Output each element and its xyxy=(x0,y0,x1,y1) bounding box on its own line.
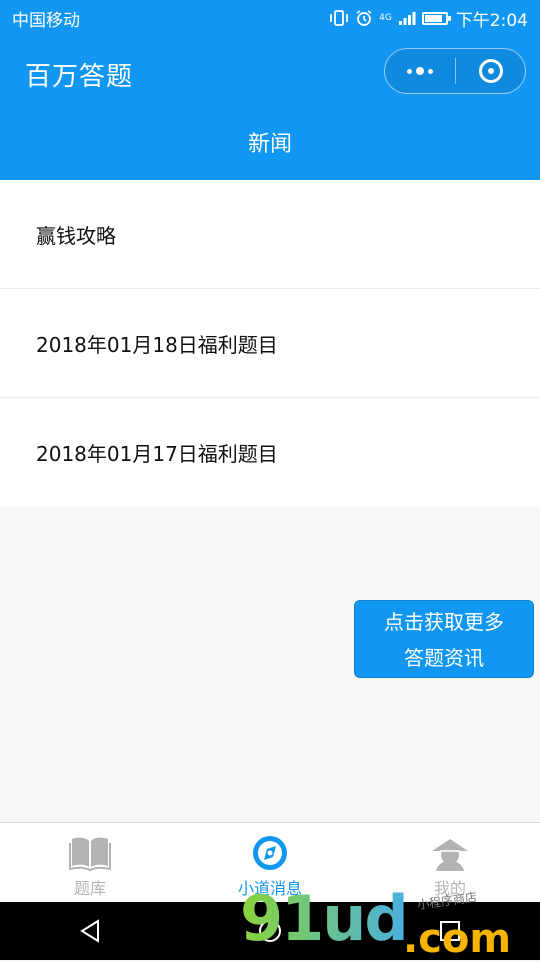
news-item-title: 2018年01月18日福利题目 xyxy=(36,332,278,357)
news-item-title: 2018年01月17日福利题目 xyxy=(36,442,278,466)
tab-news[interactable]: 小道消息 xyxy=(180,823,360,902)
news-item[interactable]: 2018年01月18日福利题目 xyxy=(0,289,540,398)
signal-icon xyxy=(398,12,416,25)
carrier-label: 中国移动 xyxy=(12,10,80,31)
status-right: 4G 下午2:04 xyxy=(329,6,528,31)
more-button-line1: 点击获取更多 xyxy=(384,610,504,634)
back-button[interactable] xyxy=(60,902,120,960)
more-dot-right xyxy=(428,68,433,74)
app-title: 百万答题 xyxy=(25,62,134,92)
status-icons: 4G xyxy=(329,9,451,27)
system-nav-bar xyxy=(0,902,540,960)
news-list: 赢钱攻略 2018年01月18日福利题目 2018年01月17日福利题目 xyxy=(0,180,540,507)
tab-question-bank[interactable]: 题库 xyxy=(0,823,180,902)
news-item[interactable]: 赢钱攻略 xyxy=(0,180,540,289)
news-item-title: 赢钱攻略 xyxy=(36,223,116,248)
get-more-info-button[interactable]: 点击获取更多 答题资讯 xyxy=(354,600,534,678)
close-mini-program-button[interactable] xyxy=(456,49,525,93)
battery-icon xyxy=(421,11,451,25)
alarm-icon xyxy=(356,10,372,26)
tab-bar: 题库 小道消息 我的 xyxy=(0,822,540,902)
recents-button[interactable] xyxy=(420,902,480,960)
app-header: 百万答题 xyxy=(0,36,540,110)
home-button[interactable] xyxy=(240,902,300,960)
vibrate-icon xyxy=(330,10,349,26)
news-item[interactable]: 2018年01月17日福利题目 xyxy=(0,398,540,507)
tab-label: 我的 xyxy=(433,879,466,898)
tab-label: 小道消息 xyxy=(237,879,302,898)
profile-icon xyxy=(432,839,468,871)
more-button-line2: 答题资讯 xyxy=(404,646,484,670)
tab-label: 题库 xyxy=(73,879,106,898)
clock-label: 下午2:04 xyxy=(455,10,528,31)
book-icon xyxy=(69,837,111,872)
status-bar: 中国移动 4G 下午2:04 xyxy=(0,0,540,36)
more-dot-center xyxy=(416,67,424,75)
recents-square-icon xyxy=(440,921,460,941)
page-title: 新闻 xyxy=(0,110,540,180)
more-menu-button[interactable] xyxy=(385,49,455,93)
tab-mine[interactable]: 我的 xyxy=(360,823,540,902)
network-type-label: 4G xyxy=(379,12,392,23)
target-close-icon xyxy=(478,59,503,83)
compass-icon xyxy=(253,836,287,870)
more-dots-icon xyxy=(407,68,412,74)
back-triangle-icon xyxy=(80,919,99,943)
mini-program-capsule xyxy=(384,48,526,94)
home-circle-icon xyxy=(259,920,281,942)
